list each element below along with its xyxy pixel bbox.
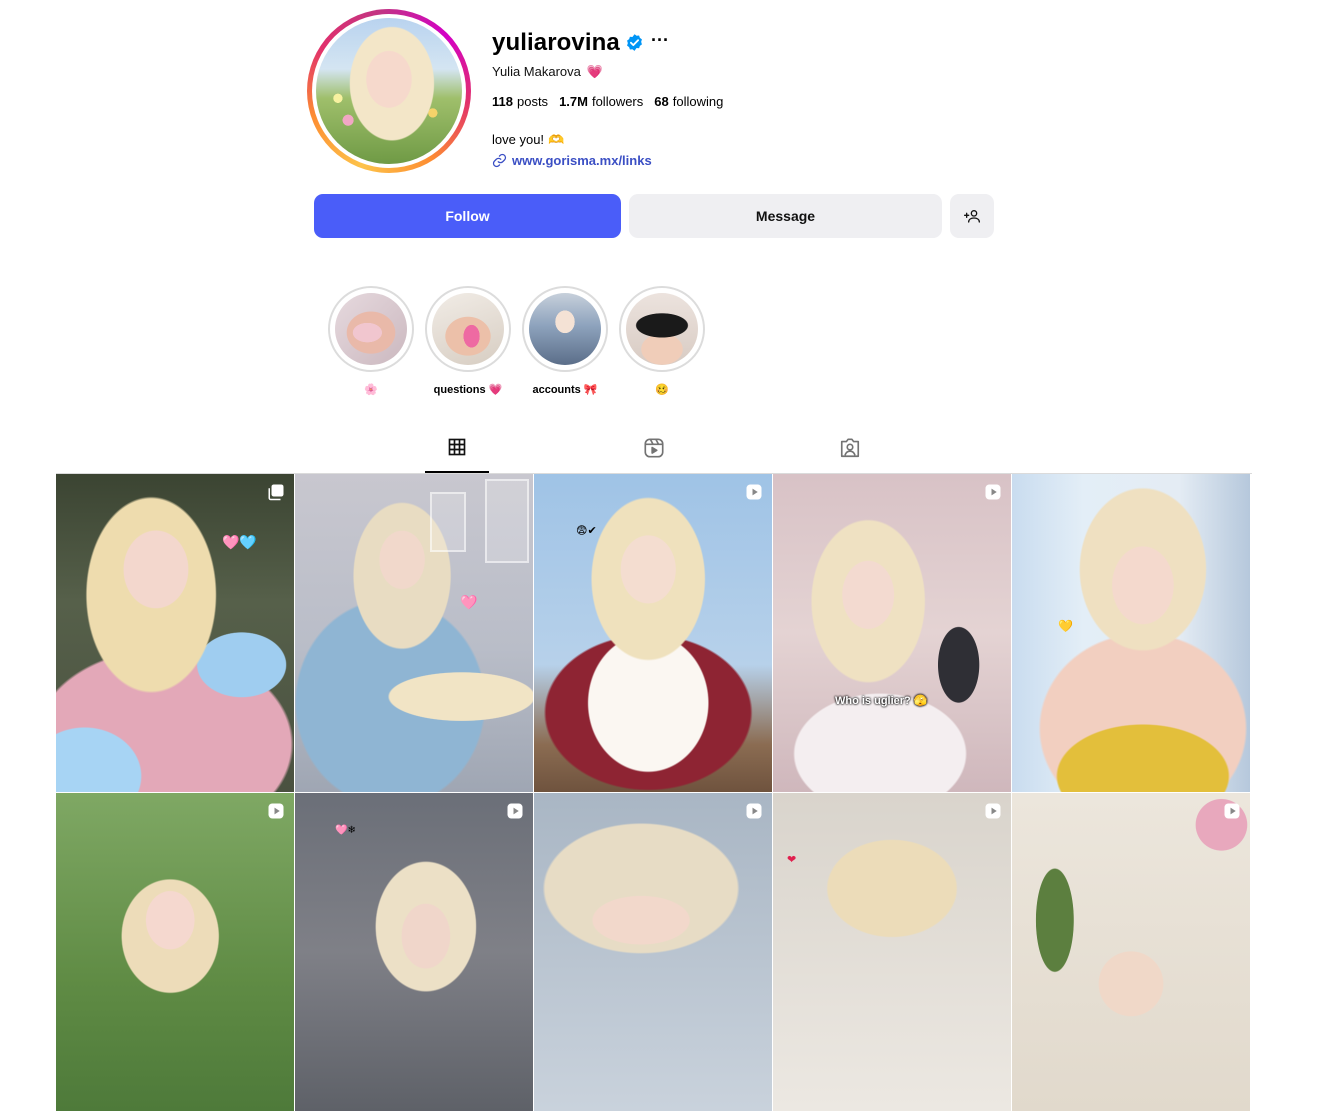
reel-play-icon [985,803,1001,819]
reel-play-icon [268,803,284,819]
profile-stats: 118 posts 1.7M followers 68 following [492,94,723,109]
post-tile[interactable]: 💛 [1012,474,1250,792]
highlight-label: 🥴 [655,384,669,396]
post-sticker: 🩷🩵 [222,534,257,550]
tab-posts[interactable] [425,437,489,473]
reel-play-icon [985,484,1001,500]
full-name-text: Yulia Makarova [492,64,581,79]
post-sticker: 😨✔ [576,525,597,537]
tab-tagged[interactable] [818,437,882,473]
post-sticker: 🩷 [460,594,478,610]
message-button[interactable]: Message [629,194,942,238]
bio-link[interactable]: www.gorisma.mx/links [512,153,652,168]
profile-avatar[interactable] [307,9,471,173]
highlight-thumbnail [335,293,407,365]
highlight-thumbnail [626,293,698,365]
post-tile[interactable] [1012,793,1250,1111]
full-name: Yulia Makarova 💗 [492,64,603,80]
heart-emoji: 💗 [586,64,604,79]
post-sticker: 💛 [1058,619,1073,633]
followers-count[interactable]: 1.7M followers [559,94,643,109]
reel-play-icon [507,803,523,819]
more-options-icon[interactable]: ··· [651,30,669,50]
wall-frame [485,479,529,563]
avatar-photo [316,18,462,164]
reel-play-icon [746,484,762,500]
post-tile[interactable]: Who is uglier? 🫣 [773,474,1011,792]
tagged-icon [840,438,860,458]
reels-icon [644,438,664,458]
following-count[interactable]: 68 following [654,94,723,109]
bio-link-row: www.gorisma.mx/links [492,153,652,168]
post-tile[interactable]: 🩷❄ [295,793,533,1111]
verified-badge-icon [627,34,642,51]
follow-button[interactable]: Follow [314,194,621,238]
post-tile[interactable] [56,793,294,1111]
wall-frame [430,492,466,552]
carousel-icon [268,484,284,501]
post-tile[interactable]: 😨✔ [534,474,772,792]
post-sticker: 🩷❄ [335,825,356,836]
add-user-button[interactable] [950,194,994,238]
highlight-thumbnail [432,293,504,365]
person-plus-icon [964,210,980,223]
highlight-label: questions 💗 [433,384,503,396]
reel-play-icon [1224,803,1240,819]
post-overlay-text: Who is uglier? 🫣 [835,695,928,707]
username: yuliarovina [492,29,620,56]
bio: love you! 🫶 [492,132,564,148]
story-highlight[interactable]: accounts 🎀 [522,286,608,396]
bio-text: love you! [492,132,545,147]
reel-play-icon [746,803,762,819]
highlight-thumbnail [529,293,601,365]
post-tile[interactable]: ❤ [773,793,1011,1111]
story-highlight[interactable]: 🥴 [619,286,705,396]
grid-icon [448,438,466,456]
link-icon [492,153,507,168]
story-highlight[interactable]: 🌸 [328,286,414,396]
post-tile[interactable] [534,793,772,1111]
post-sticker: ❤ [787,854,797,866]
highlight-label: 🌸 [364,384,378,396]
story-highlight[interactable]: questions 💗 [425,286,511,396]
bio-emoji: 🫶 [548,132,565,147]
tab-reels[interactable] [622,437,686,473]
posts-count[interactable]: 118 posts [492,94,548,109]
post-tile[interactable]: 🩷 [295,474,533,792]
highlight-label: accounts 🎀 [532,384,598,396]
post-tile[interactable]: 🩷🩵 [56,474,294,792]
